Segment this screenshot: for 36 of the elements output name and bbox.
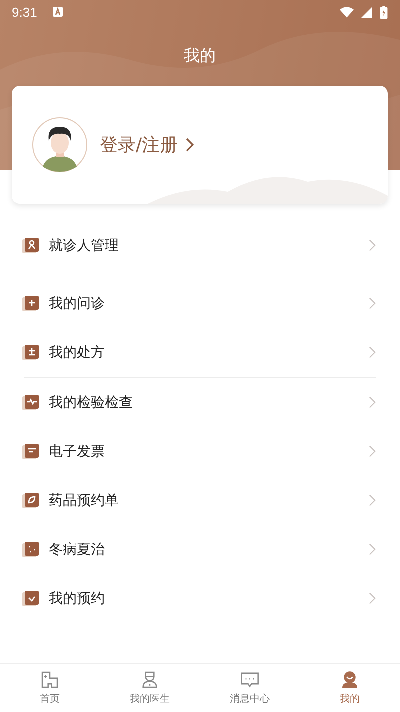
login-link[interactable]: 登录/注册 — [100, 133, 178, 157]
menu-item[interactable]: 我的问诊 — [0, 279, 400, 328]
signal-icon — [360, 6, 374, 18]
tab[interactable]: 我的 — [300, 664, 400, 712]
person-card-icon — [22, 236, 40, 254]
person-icon — [340, 670, 360, 690]
message-icon — [240, 670, 260, 690]
menu-item[interactable]: 就诊人管理 — [0, 221, 400, 270]
leaf-card-icon — [22, 492, 40, 510]
page-title: 我的 — [183, 46, 217, 67]
menu-item[interactable]: 我的检验检查 — [0, 378, 400, 427]
wifi-icon — [340, 6, 354, 18]
menu-item[interactable]: 我的处方 — [0, 328, 400, 377]
chevron-right-icon — [186, 138, 194, 152]
menu-item[interactable]: 冬病夏治 — [0, 525, 400, 574]
menu-item[interactable]: 我的预约 — [0, 574, 400, 623]
chevron-right-icon — [369, 297, 376, 310]
tab[interactable]: 消息中心 — [200, 664, 300, 712]
chevron-right-icon — [369, 239, 376, 252]
tab[interactable]: 首页 — [0, 664, 100, 712]
chevron-right-icon — [369, 543, 376, 556]
chevron-right-icon — [369, 396, 376, 409]
avatar-icon — [32, 117, 88, 173]
tab[interactable]: 我的医生 — [100, 664, 200, 712]
menu-item[interactable]: 电子发票 — [0, 427, 400, 476]
status-time: 9:31 — [12, 4, 38, 20]
chevron-right-icon — [369, 346, 376, 359]
hospital-icon — [40, 670, 60, 690]
chevron-right-icon — [369, 494, 376, 507]
chevron-right-icon — [369, 592, 376, 605]
notification-icon — [53, 7, 64, 17]
battery-icon — [380, 6, 388, 18]
menu-item[interactable]: 药品预约单 — [0, 476, 400, 525]
chevron-right-icon — [369, 445, 376, 458]
box-icon — [22, 442, 40, 460]
doctor-icon — [140, 670, 160, 690]
